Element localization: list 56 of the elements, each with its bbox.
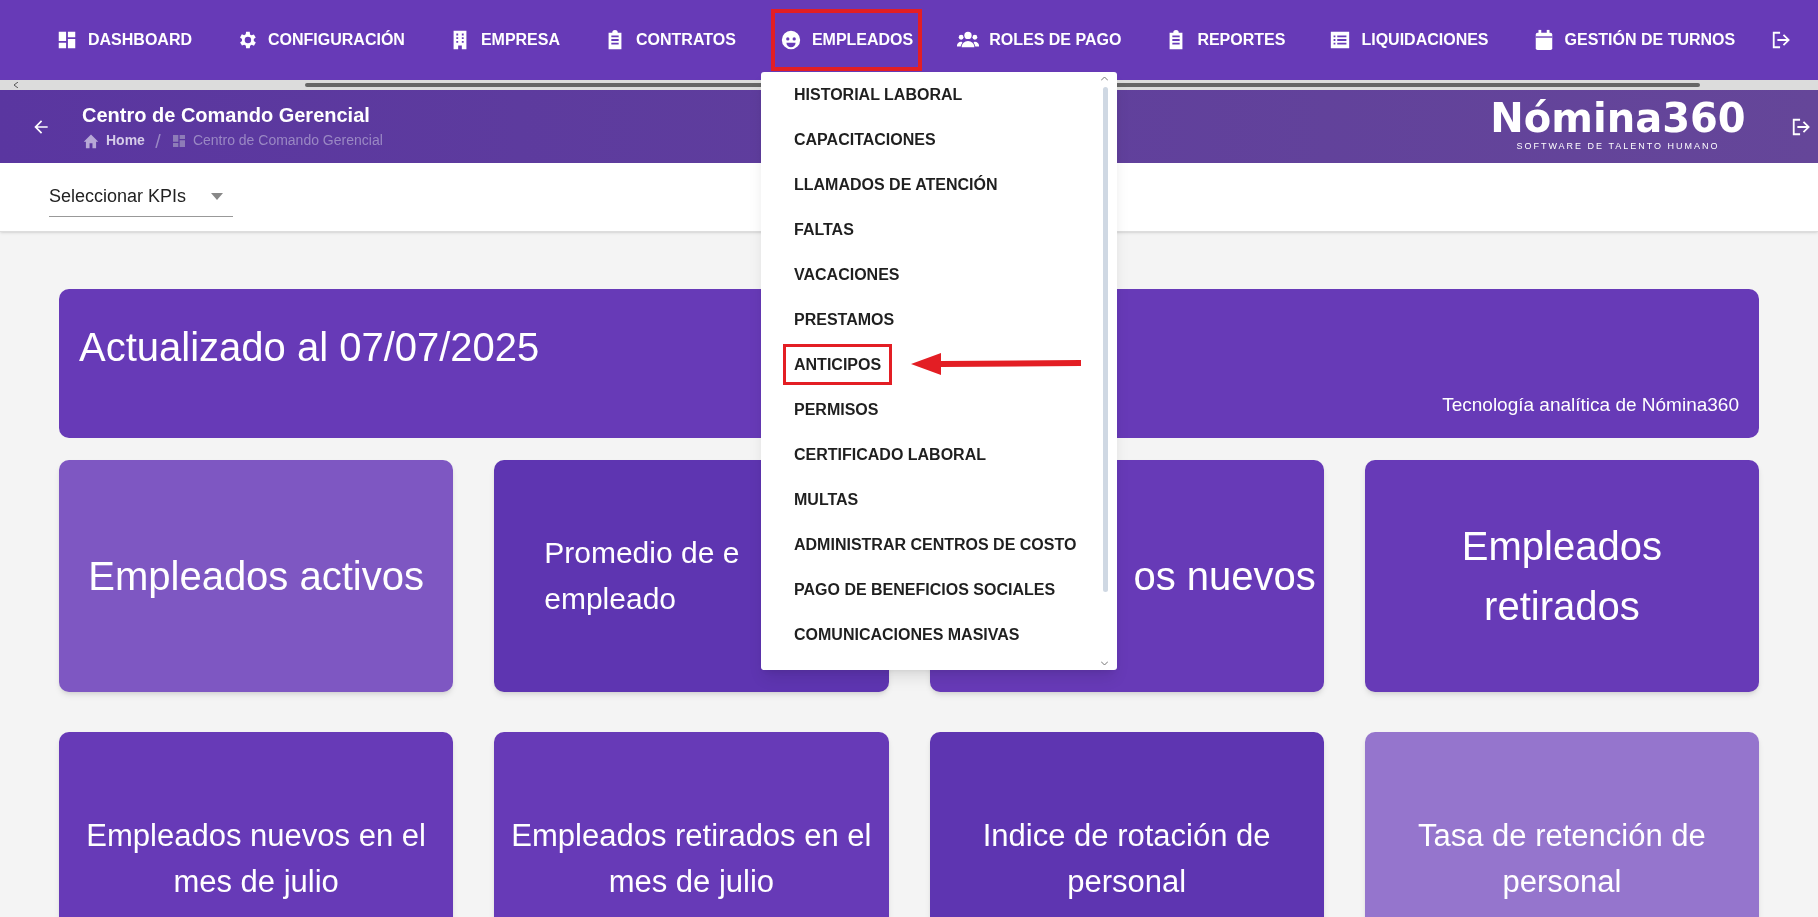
dashboard-icon (170, 132, 187, 149)
scroll-left-icon[interactable] (14, 82, 19, 88)
nav-tab[interactable]: EMPRESA (439, 9, 569, 71)
nav-tab[interactable]: EMPLEADOS (770, 9, 923, 71)
nav-tab[interactable]: LIQUIDACIONES (1320, 9, 1498, 71)
dashboard-icon (56, 29, 78, 51)
nav-tab[interactable]: CONFIGURACIÓN (227, 9, 414, 71)
card-label: mes de julio (173, 863, 339, 901)
card-label: retirados (1484, 583, 1640, 630)
kpi-card[interactable]: Empleados retirados (1364, 460, 1759, 692)
card-label: empleado (544, 581, 676, 617)
home-icon (82, 132, 100, 149)
card-label: Empleados nuevos en el (86, 817, 426, 855)
scrollbar-thumb[interactable] (1103, 87, 1108, 592)
menu-item[interactable]: CAPACITACIONES (783, 119, 947, 160)
nav-tab[interactable]: REPORTES (1156, 9, 1295, 71)
card-label: Indice de rotación de (982, 817, 1271, 855)
card-label: os nuevos (1133, 553, 1316, 600)
menu-item[interactable]: LLAMADOS DE ATENCIÓN (783, 164, 1009, 205)
face-icon (779, 29, 802, 51)
card-label: Empleados retirados en el (511, 817, 872, 855)
logout-icon[interactable] (1790, 117, 1812, 137)
banner-footnote: Tecnología analítica de Nómina360 (1442, 393, 1739, 417)
kpi-card[interactable]: Tasa de retención de personal (1364, 732, 1759, 917)
logo-text: Nómina360 (1490, 96, 1746, 140)
banner-title: Actualizado al 07/07/2025 (79, 324, 540, 371)
menu-item[interactable]: PERMISOS (783, 389, 890, 430)
breadcrumb-link[interactable]: Home (106, 130, 145, 151)
caret-icon (211, 193, 223, 200)
menu-item[interactable]: HISTORIAL LABORAL (783, 74, 974, 115)
kpi-card[interactable]: Empleados nuevos en el mes de julio (59, 732, 454, 917)
nav-tab[interactable]: DASHBOARD (47, 9, 201, 71)
page-title: Centro de Comando Gerencial (82, 103, 371, 128)
nav-tab[interactable]: ROLES DE PAGO (948, 9, 1131, 71)
card-label: Promedio de e (544, 535, 740, 571)
menu-item[interactable]: PRESTAMOS (783, 299, 906, 340)
nav-tab[interactable]: CONTRATOS (595, 9, 745, 71)
kpi-select[interactable]: Seleccionar KPIs (49, 177, 233, 217)
breadcrumb-separator-icon (154, 133, 161, 148)
nav-tab[interactable]: GESTIÓN DE TURNOS (1523, 9, 1745, 71)
menu-item[interactable]: ANTICIPOS (783, 344, 893, 385)
card-label: Empleados activos (88, 553, 424, 600)
menu-item[interactable]: VACACIONES (783, 254, 911, 295)
list-icon (1329, 29, 1352, 51)
menu-item[interactable]: MULTAS (783, 479, 870, 520)
breadcrumb-current: Centro de Comando Gerencial (192, 131, 383, 150)
logo-tagline: SOFTWARE DE TALENTO HUMANO (1516, 140, 1720, 152)
kpi-card[interactable]: Indice de rotación de personal (929, 732, 1324, 917)
card-label: personal (1502, 863, 1622, 901)
card-label: mes de julio (608, 863, 775, 901)
menu-item[interactable]: FALTAS (783, 209, 865, 250)
card-label: Empleados (1461, 523, 1662, 570)
card-label: personal (1067, 863, 1187, 901)
kpi-card[interactable]: Empleados retirados en el mes de julio (494, 732, 889, 917)
card-label: Tasa de retención de (1417, 817, 1706, 855)
kpi-card[interactable]: Empleados activos (59, 460, 454, 692)
